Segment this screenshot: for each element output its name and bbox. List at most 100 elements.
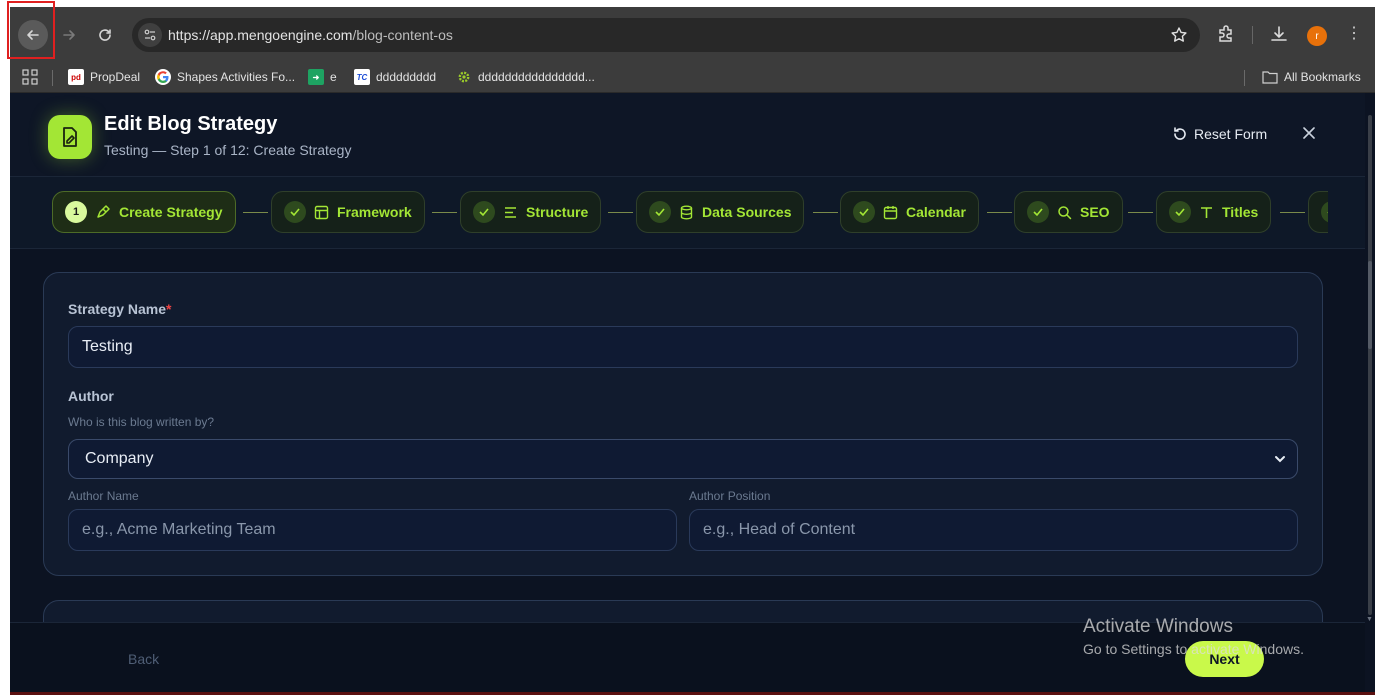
check-icon (284, 201, 306, 223)
required-mark: * (166, 301, 172, 317)
reload-icon (99, 29, 111, 41)
browser-forward-button[interactable] (54, 20, 84, 50)
step-create-strategy[interactable]: 1 Create Strategy (52, 191, 236, 233)
url-text: https://app.mengoengine.com/blog-content… (168, 27, 453, 43)
step-seo[interactable]: SEO (1014, 191, 1123, 233)
step-data-sources[interactable]: Data Sources (636, 191, 805, 233)
bookmarks-bar: pd PropDeal Shapes Activities Fo... ➜ e … (10, 61, 1375, 93)
step-label: Calendar (906, 204, 966, 220)
layout-icon (314, 205, 329, 219)
app-page: Edit Blog Strategy Testing — Step 1 of 1… (10, 93, 1375, 695)
bookmark-dddd-long[interactable]: dddddddddddddddd... (456, 67, 595, 87)
author-select-value: Company (85, 450, 154, 467)
google-icon (155, 69, 171, 85)
modal-header: Edit Blog Strategy Testing — Step 1 of 1… (10, 93, 1365, 177)
author-name-input[interactable]: e.g., Acme Marketing Team (68, 509, 677, 551)
page-scrollbar[interactable]: ▼ (1365, 93, 1375, 623)
calendar-icon (883, 205, 898, 219)
more-menu-icon[interactable]: ⋮ (1346, 24, 1362, 44)
address-bar[interactable]: https://app.mengoengine.com/blog-content… (132, 18, 1200, 52)
bookmark-propdeal[interactable]: pd PropDeal (68, 67, 140, 87)
bookmark-ddd[interactable]: TC ddddddddd (354, 67, 436, 87)
scroll-down-arrow-icon[interactable]: ▼ (1366, 616, 1373, 623)
step-connector (987, 212, 1012, 213)
step-label: Create Strategy (119, 204, 223, 220)
step-structure[interactable]: Structure (460, 191, 602, 233)
database-icon (680, 205, 693, 220)
bookmark-label: Shapes Activities Fo... (177, 70, 296, 84)
author-name-label: Author Name (68, 489, 139, 503)
toolbar-divider (1252, 26, 1253, 44)
gear-green-icon (456, 69, 472, 85)
watermark-title: Activate Windows (1083, 616, 1233, 637)
bookmark-star-icon[interactable] (1170, 26, 1188, 49)
author-hint: Who is this blog written by? (68, 415, 215, 429)
step-label: Framework (337, 204, 412, 220)
tc-icon: TC (354, 69, 370, 85)
scrollbar-thumb[interactable] (1368, 261, 1372, 349)
bookmarks-divider (52, 70, 53, 86)
author-label: Author (68, 388, 114, 404)
propdeal-icon: pd (68, 69, 84, 85)
check-icon (853, 201, 875, 223)
bookmark-label: ddddddddd (376, 70, 437, 84)
step-calendar[interactable]: Calendar (840, 191, 979, 233)
scrollbar-track (1368, 115, 1372, 615)
strategy-name-value: Testing (82, 338, 133, 355)
strategy-form-card: Strategy Name* Testing Author Who is thi… (43, 272, 1323, 576)
bookmarks-divider (1244, 70, 1245, 86)
reset-icon (1174, 127, 1186, 140)
download-icon[interactable] (1269, 24, 1289, 49)
page-title: Edit Blog Strategy (104, 113, 278, 135)
step-navigator: 1 Create Strategy Framework Structure Da… (10, 177, 1365, 249)
profile-avatar[interactable]: r (1307, 26, 1327, 46)
strategy-name-input[interactable]: Testing (68, 326, 1298, 368)
edit-document-icon (48, 115, 92, 159)
watermark-subtitle: Go to Settings to activate Windows. (1083, 641, 1304, 657)
url-host: https://app.mengoengine.com (168, 27, 353, 43)
step-connector (1128, 212, 1153, 213)
bookmark-label: e (330, 70, 337, 84)
strategy-icon (97, 205, 110, 218)
bookmark-e[interactable]: ➜ e (308, 67, 337, 87)
step-framework[interactable]: Framework (271, 191, 425, 233)
folder-icon (1262, 71, 1278, 84)
lines-icon (505, 206, 516, 218)
author-name-placeholder: e.g., Acme Marketing Team (82, 521, 276, 538)
step-titles[interactable]: Titles (1156, 191, 1272, 233)
step-label: SEO (1080, 204, 1110, 220)
author-position-label: Author Position (689, 489, 771, 503)
step-label: Structure (526, 204, 589, 220)
extensions-icon[interactable] (1216, 24, 1236, 49)
green-arrow-icon: ➜ (308, 69, 324, 85)
browser-window: https://app.mengoengine.com/blog-content… (7, 1, 1375, 695)
apps-grid-icon[interactable] (22, 67, 38, 87)
url-path: /blog-content-os (352, 27, 453, 43)
all-bookmarks-button[interactable]: All Bookmarks (1262, 67, 1361, 87)
text-icon (1201, 206, 1212, 218)
stepper-overflow-mask (1328, 177, 1365, 248)
bookmark-shapes[interactable]: Shapes Activities Fo... (155, 67, 295, 87)
all-bookmarks-label: All Bookmarks (1284, 70, 1361, 84)
check-icon (649, 201, 671, 223)
author-select[interactable]: Company (68, 439, 1298, 479)
step-connector (608, 212, 633, 213)
author-position-input[interactable]: e.g., Head of Content (689, 509, 1298, 551)
site-info-icon[interactable] (138, 23, 162, 47)
reset-form-button[interactable]: Reset Form (1172, 126, 1267, 142)
check-icon (1027, 201, 1049, 223)
step-number: 1 (65, 201, 87, 223)
windows-activation-watermark: Activate Windows Go to Settings to activ… (1083, 616, 1304, 657)
step-label: Titles (1222, 204, 1259, 220)
step-connector (1280, 212, 1305, 213)
reset-form-label: Reset Form (1194, 126, 1268, 142)
step-connector (813, 212, 838, 213)
bookmark-label: dddddddddddddddd... (478, 70, 595, 84)
step-connector (243, 212, 268, 213)
arrow-right-icon (63, 30, 75, 40)
step-label: Data Sources (702, 204, 792, 220)
browser-reload-button[interactable] (90, 20, 120, 50)
close-icon[interactable] (1301, 125, 1317, 145)
check-icon (1169, 201, 1191, 223)
back-button[interactable]: Back (128, 651, 159, 667)
